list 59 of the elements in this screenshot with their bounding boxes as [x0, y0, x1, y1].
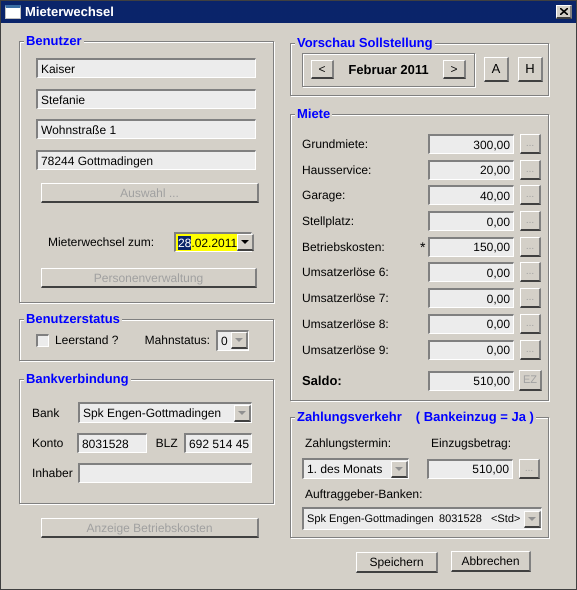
- letter-button[interactable]: A: [484, 57, 509, 82]
- date-label: Mieterwechsel zum:: [48, 234, 154, 251]
- bank-dropdown[interactable]: Spk Engen-Gottmadingen: [78, 402, 252, 423]
- amount-field[interactable]: 300,00: [428, 134, 514, 154]
- text-field[interactable]: Kaiser: [36, 58, 256, 78]
- amount-field[interactable]: 0,00: [428, 340, 514, 360]
- close-icon: [560, 8, 568, 15]
- inhaber-field[interactable]: [78, 463, 252, 483]
- group-title: Vorschau Sollstellung: [295, 35, 435, 51]
- text-field[interactable]: Wohnstraße 1: [36, 119, 256, 139]
- row-label: Umsatzerlöse 6:: [302, 264, 390, 282]
- inhaber-label: Inhaber: [32, 465, 74, 482]
- blz-field[interactable]: 692 514 45: [184, 433, 252, 453]
- row-label: Umsatzerlöse 8:: [302, 316, 390, 333]
- dialog-button[interactable]: Speichern: [356, 552, 438, 573]
- checkbox[interactable]: [36, 334, 49, 346]
- row-label: Umsatzerlöse 7:: [302, 290, 390, 308]
- saldo-field[interactable]: 510,00: [428, 370, 514, 390]
- amount-field[interactable]: 20,00: [428, 160, 514, 180]
- asterisk-mark: *: [420, 242, 426, 252]
- banken-label: Auftraggeber-Banken:: [304, 486, 424, 503]
- saldo-label: Saldo:: [302, 372, 343, 390]
- month-label: Februar 2011: [348, 60, 429, 79]
- window-title: Mieterwechsel: [25, 3, 115, 22]
- previous-button[interactable]: <: [311, 60, 334, 79]
- group-title: Bankverbindung: [24, 371, 131, 387]
- blz-label: BLZ: [156, 435, 179, 452]
- termin-label: Zahlungstermin:: [304, 435, 392, 452]
- row-label: Stellplatz:: [302, 213, 356, 230]
- row-label: Garage:: [302, 187, 346, 204]
- text-field[interactable]: Stefanie: [36, 89, 256, 109]
- row-label: Umsatzerlöse 9:: [302, 342, 390, 358]
- row-label: Betriebskosten:: [302, 238, 386, 256]
- konto-field[interactable]: 8031528: [77, 433, 147, 453]
- dialog-button[interactable]: Abbrechen: [451, 551, 531, 572]
- banken-dropdown[interactable]: Spk Engen-Gottmadingen 8031528 <Std>: [302, 507, 542, 530]
- date-field[interactable]: 28.02.2011: [174, 232, 252, 252]
- mahnstatus-dropdown[interactable]: 0: [216, 330, 249, 350]
- window-icon: [5, 5, 21, 19]
- amount-field[interactable]: 0,00: [428, 314, 514, 334]
- mahnstatus-label: Mahnstatus:: [144, 332, 210, 349]
- close-button[interactable]: [556, 5, 572, 19]
- amount-field[interactable]: 0,00: [428, 211, 514, 232]
- amount-field[interactable]: 0,00: [428, 288, 514, 308]
- betrag-label: Einzugsbetrag:: [430, 435, 512, 452]
- row-label: Grundmiete:: [302, 136, 370, 153]
- text-field[interactable]: 78244 Gottmadingen: [36, 150, 256, 170]
- termin-dropdown[interactable]: 1. des Monats: [302, 458, 409, 479]
- row-label: Hausservice:: [302, 162, 372, 179]
- amount-field[interactable]: 40,00: [428, 185, 514, 206]
- bank-label: Bank: [32, 404, 60, 422]
- group-title: Zahlungsverkehr ( Bankeinzug = Ja ): [295, 409, 536, 425]
- amount-field[interactable]: 150,00: [428, 236, 514, 257]
- next-button[interactable]: >: [443, 60, 466, 79]
- letter-button[interactable]: H: [518, 57, 543, 82]
- checkbox-label: Leerstand ?: [55, 332, 118, 349]
- betrag-field[interactable]: 510,00: [427, 458, 513, 478]
- konto-label: Konto: [32, 435, 64, 452]
- amount-field[interactable]: 0,00: [428, 262, 514, 282]
